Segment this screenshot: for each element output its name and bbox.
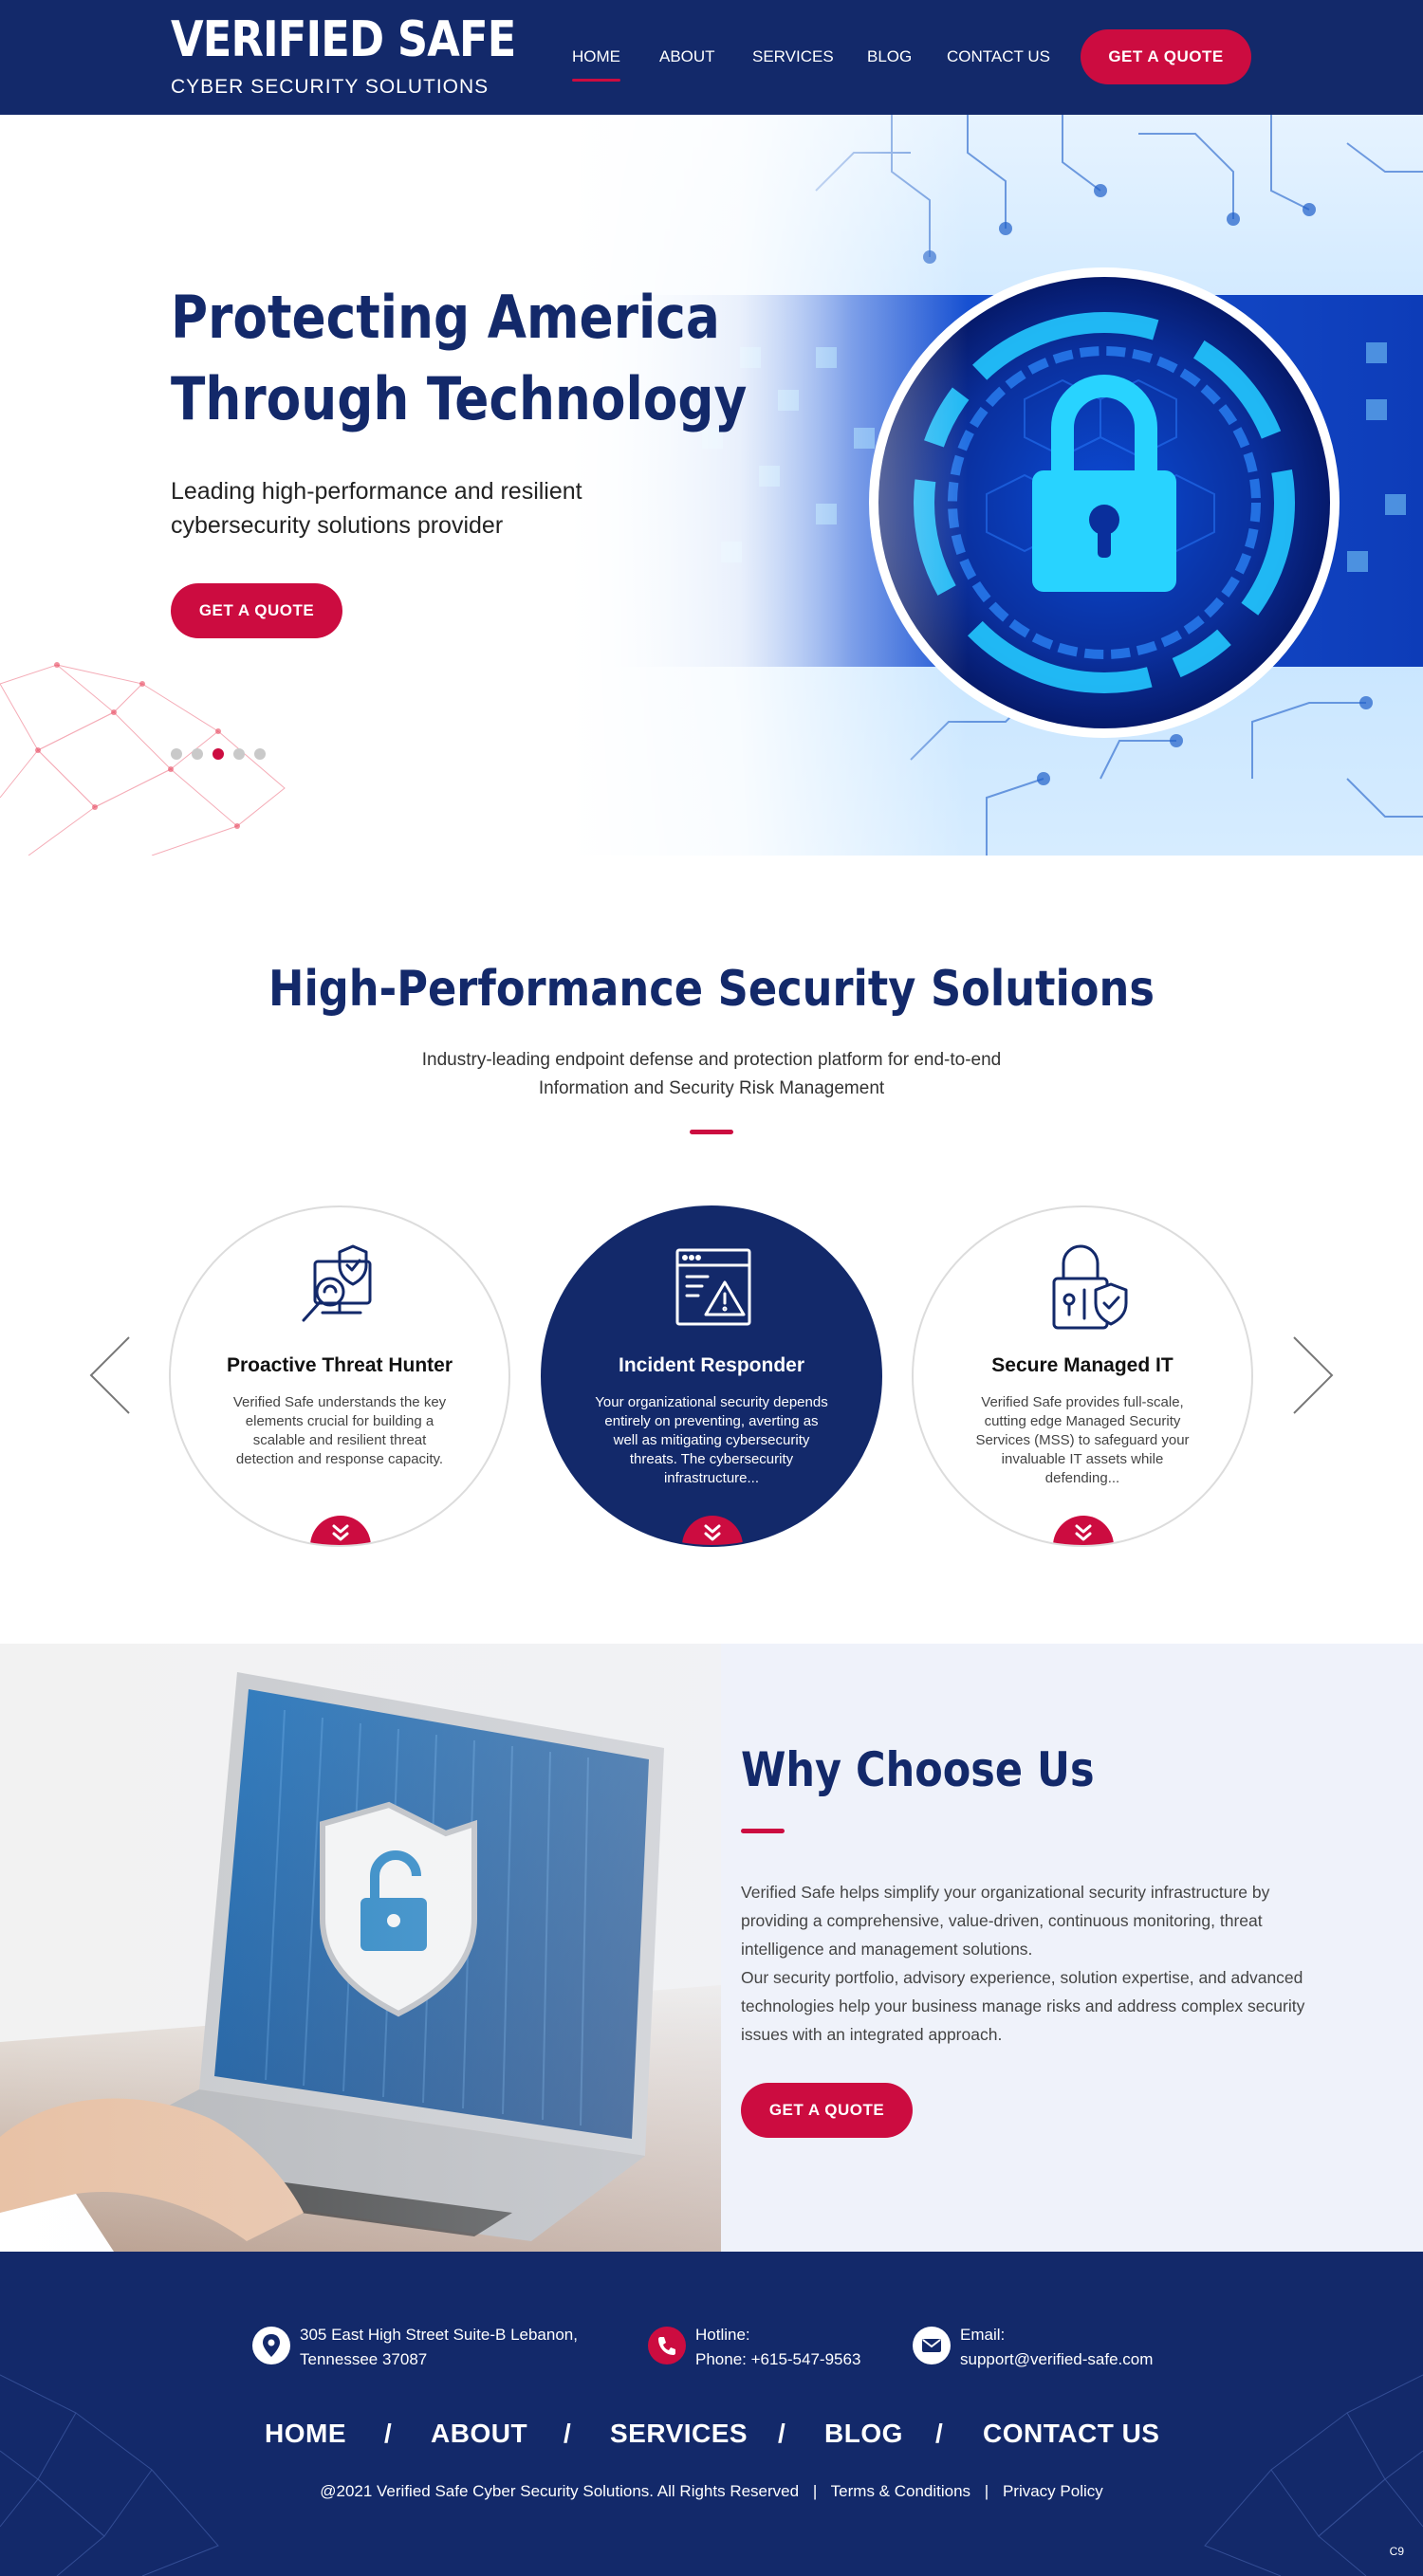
double-chevron-down-icon — [704, 1524, 721, 1541]
double-chevron-down-icon — [1075, 1524, 1092, 1541]
slider-dot-5[interactable] — [254, 748, 266, 760]
footer-nav-about[interactable]: ABOUT — [431, 2419, 527, 2449]
hero-subtitle-line2: cybersecurity solutions provider — [171, 512, 504, 539]
footer-nav-separator: / — [935, 2419, 944, 2448]
nav-contact[interactable]: CONTACT US — [947, 47, 1050, 66]
slider-dot-2[interactable] — [192, 748, 203, 760]
network-mesh-icon — [0, 2374, 219, 2576]
expand-button[interactable] — [682, 1516, 743, 1545]
location-pin-icon — [252, 2327, 290, 2364]
hotline-number[interactable]: Phone: +615-547-9563 — [695, 2347, 860, 2372]
card-text: Verified Safe understands the key elemen… — [232, 1394, 447, 1467]
hero-subtitle-line1: Leading high-performance and resilient — [171, 478, 582, 505]
hero-title: Protecting America Through Technology — [171, 277, 758, 440]
address-line2: Tennessee 37087 — [300, 2350, 428, 2368]
double-chevron-down-icon — [332, 1524, 349, 1541]
footer-address: 305 East High Street Suite-B Lebanon, Te… — [300, 2323, 578, 2372]
solutions-description-line2: Information and Security Risk Management — [538, 1078, 885, 1098]
card-title: Incident Responder — [618, 1354, 805, 1376]
slider-dot-1[interactable] — [171, 748, 182, 760]
threat-hunter-icon — [302, 1244, 372, 1322]
solutions-description-line1: Industry-leading endpoint defense and pr… — [421, 1050, 1002, 1070]
hero-quote-button[interactable]: GET A QUOTE — [171, 583, 342, 638]
nav-blog[interactable]: BLOG — [867, 47, 912, 66]
phone-icon — [648, 2327, 686, 2364]
hero-subtitle: Leading high-performance and resilient c… — [171, 474, 702, 543]
footer-email: Email: support@verified-safe.com — [960, 2323, 1153, 2372]
why-paragraph-2: Our security portfolio, advisory experie… — [741, 1968, 1305, 2044]
footer-hotline: Hotline: Phone: +615-547-9563 — [695, 2323, 860, 2372]
alert-window-icon — [675, 1248, 751, 1326]
network-mesh-icon — [1204, 2374, 1423, 2576]
expand-button[interactable] — [1053, 1516, 1114, 1545]
why-paragraph-1: Verified Safe helps simplify your organi… — [741, 1883, 1270, 1959]
separator-pipe: | — [812, 2482, 818, 2500]
solutions-divider — [690, 1130, 733, 1134]
site-header: VERIFIED SAFE CYBER SECURITY SOLUTIONS H… — [0, 0, 1423, 115]
brand-subtitle: CYBER SECURITY SOLUTIONS — [171, 76, 490, 98]
card-title: Secure Managed IT — [991, 1354, 1174, 1376]
card-text: Your organizational security depends ent… — [595, 1394, 828, 1486]
email-label: Email: — [960, 2326, 1006, 2344]
why-divider — [741, 1829, 785, 1833]
hero-title-line2: Through Technology — [171, 364, 748, 433]
carousel-prev-arrow[interactable] — [89, 1335, 131, 1415]
footer-nav-services[interactable]: SERVICES — [610, 2419, 748, 2449]
footer-nav-home[interactable]: HOME — [265, 2419, 346, 2449]
why-title: Why Choose Us — [741, 1742, 1095, 1797]
hero-slider: Protecting America Through Technology Le… — [0, 115, 1423, 856]
expand-button[interactable] — [310, 1516, 371, 1545]
service-card-managed-it[interactable]: Secure Managed IT Verified Safe provides… — [912, 1205, 1253, 1547]
footer-nav-contact[interactable]: CONTACT US — [983, 2419, 1159, 2449]
nav-about[interactable]: ABOUT — [659, 47, 715, 66]
laptop-shield-icon — [0, 1644, 721, 2252]
nav-services[interactable]: SERVICES — [752, 47, 834, 66]
slider-dot-4[interactable] — [233, 748, 245, 760]
service-card-incident-responder[interactable]: Incident Responder Your organizational s… — [541, 1205, 882, 1547]
hero-title-line1: Protecting America — [171, 283, 720, 352]
copyright-bar: @2021 Verified Safe Cyber Security Solut… — [0, 2482, 1423, 2501]
hotline-label: Hotline: — [695, 2326, 750, 2344]
service-card-threat-hunter[interactable]: Proactive Threat Hunter Verified Safe un… — [169, 1205, 510, 1547]
solutions-description: Industry-leading endpoint defense and pr… — [379, 1046, 1044, 1103]
why-quote-button[interactable]: GET A QUOTE — [741, 2083, 913, 2138]
site-footer — [0, 2252, 1423, 2576]
lock-shield-icon — [1052, 1244, 1128, 1330]
privacy-link[interactable]: Privacy Policy — [1003, 2482, 1103, 2500]
footer-nav: HOME / ABOUT / SERVICES / BLOG / CONTACT… — [0, 2419, 1423, 2453]
slider-dot-3[interactable] — [213, 748, 224, 760]
card-text: Verified Safe provides full-scale, cutti… — [975, 1394, 1190, 1486]
footer-nav-separator: / — [384, 2419, 393, 2448]
email-address[interactable]: support@verified-safe.com — [960, 2347, 1153, 2372]
nav-home[interactable]: HOME — [572, 47, 620, 82]
solutions-title: High-Performance Security Solutions — [268, 961, 1155, 1018]
corner-badge: C9 — [1389, 2545, 1404, 2558]
address-line1: 305 East High Street Suite-B Lebanon, — [300, 2326, 578, 2344]
separator-pipe: | — [984, 2482, 989, 2500]
footer-nav-separator: / — [564, 2419, 572, 2448]
header-quote-button[interactable]: GET A QUOTE — [1081, 29, 1251, 84]
card-title: Proactive Threat Hunter — [226, 1354, 453, 1376]
footer-nav-blog[interactable]: BLOG — [824, 2419, 903, 2449]
carousel-next-arrow[interactable] — [1292, 1335, 1334, 1415]
copyright-text: @2021 Verified Safe Cyber Security Solut… — [320, 2482, 800, 2500]
footer-nav-separator: / — [778, 2419, 786, 2448]
mail-icon — [913, 2327, 951, 2364]
terms-link[interactable]: Terms & Conditions — [831, 2482, 970, 2500]
